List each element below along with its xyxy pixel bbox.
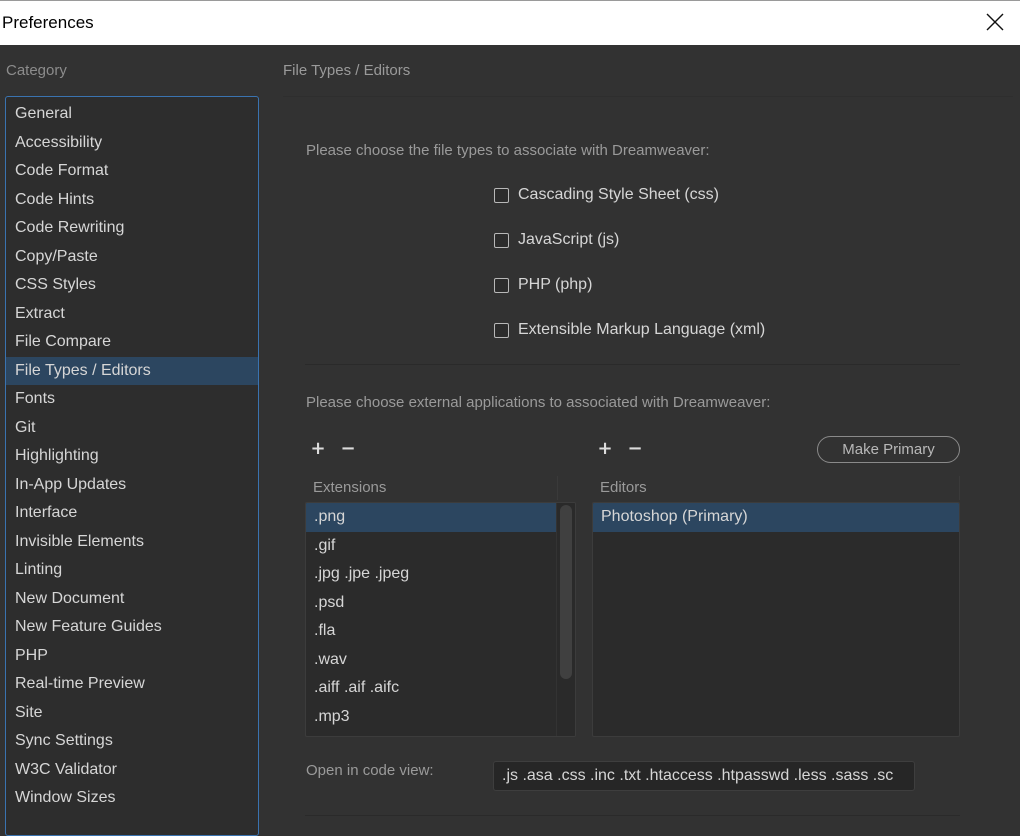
sidebar-item-copy-paste[interactable]: Copy/Paste xyxy=(6,243,258,272)
remove-editor-button[interactable]: − xyxy=(627,438,643,459)
section-title: File Types / Editors xyxy=(283,62,411,79)
checkbox-box[interactable] xyxy=(494,322,509,338)
checkbox-label: Cascading Style Sheet (css) xyxy=(518,186,719,203)
sidebar-item-accessibility[interactable]: Accessibility xyxy=(6,129,258,158)
close-icon[interactable] xyxy=(984,11,1006,33)
sidebar-item-css-styles[interactable]: CSS Styles xyxy=(6,271,258,300)
checkbox-css[interactable]: Cascading Style Sheet (css) xyxy=(494,185,719,205)
sidebar-item-file-types-editors[interactable]: File Types / Editors xyxy=(6,356,258,385)
sidebar-item-highlighting[interactable]: Highlighting xyxy=(6,442,258,471)
sidebar-item-site[interactable]: Site xyxy=(6,699,258,728)
sidebar-item-fonts[interactable]: Fonts xyxy=(6,385,258,414)
category-label: Category xyxy=(6,62,67,79)
sidebar-item-in-app-updates[interactable]: In-App Updates xyxy=(6,471,258,500)
sidebar-item-window-sizes[interactable]: Window Sizes xyxy=(6,784,258,813)
checkbox-label: PHP (php) xyxy=(518,276,593,293)
extension-item[interactable]: .mp3 xyxy=(306,703,558,732)
extension-item[interactable]: .wav xyxy=(306,646,558,675)
checkbox-xml[interactable]: Extensible Markup Language (xml) xyxy=(494,320,765,340)
sidebar-item-real-time-preview[interactable]: Real-time Preview xyxy=(6,670,258,699)
editor-item[interactable]: Photoshop (Primary) xyxy=(593,503,959,532)
checkbox-box[interactable] xyxy=(494,232,509,248)
header-divider xyxy=(283,96,1013,97)
file-types-prompt: Please choose the file types to associat… xyxy=(306,142,710,159)
extension-item[interactable]: .aiff .aif .aifc xyxy=(306,674,558,703)
column-divider xyxy=(557,476,558,500)
add-editor-button[interactable]: + xyxy=(597,438,613,459)
sidebar-item-code-hints[interactable]: Code Hints xyxy=(6,186,258,215)
code-view-label: Open in code view: xyxy=(306,762,434,779)
extensions-list[interactable]: .png .gif .jpg .jpe .jpeg .psd .fla .wav .aiff… xyxy=(305,502,576,737)
sidebar-item-extract[interactable]: Extract xyxy=(6,300,258,329)
sidebar-item-invisible-elements[interactable]: Invisible Elements xyxy=(6,528,258,557)
sidebar-item-php[interactable]: PHP xyxy=(6,642,258,671)
sidebar-item-linting[interactable]: Linting xyxy=(6,556,258,585)
add-extension-button[interactable]: + xyxy=(310,438,326,459)
remove-extension-button[interactable]: − xyxy=(340,438,356,459)
sidebar-item-code-rewriting[interactable]: Code Rewriting xyxy=(6,214,258,243)
apps-prompt: Please choose external applications to a… xyxy=(306,394,771,411)
extension-item[interactable]: .gif xyxy=(306,532,558,561)
checkbox-box[interactable] xyxy=(494,187,509,203)
scrollbar-thumb[interactable] xyxy=(560,505,572,679)
window-title: Preferences xyxy=(2,13,94,32)
checkbox-php[interactable]: PHP (php) xyxy=(494,275,592,295)
section-divider xyxy=(305,364,960,365)
sidebar-item-new-document[interactable]: New Document xyxy=(6,585,258,614)
bottom-divider xyxy=(305,815,960,816)
sidebar-item-interface[interactable]: Interface xyxy=(6,499,258,528)
extensions-header: Extensions xyxy=(313,479,387,496)
make-primary-button[interactable]: Make Primary xyxy=(817,436,960,463)
extension-item[interactable]: .fla xyxy=(306,617,558,646)
sidebar-item-git[interactable]: Git xyxy=(6,414,258,443)
checkbox-label: JavaScript (js) xyxy=(518,231,620,248)
sidebar-item-w3c-validator[interactable]: W3C Validator xyxy=(6,756,258,785)
sidebar-item-new-feature-guides[interactable]: New Feature Guides xyxy=(6,613,258,642)
title-bar: Preferences xyxy=(0,0,1020,45)
sidebar-item-code-format[interactable]: Code Format xyxy=(6,157,258,186)
editors-header: Editors xyxy=(600,479,647,496)
extension-item[interactable]: .jpg .jpe .jpeg xyxy=(306,560,558,589)
extension-item[interactable]: .png xyxy=(306,503,558,532)
checkbox-box[interactable] xyxy=(494,277,509,293)
extension-item[interactable]: .psd xyxy=(306,589,558,618)
checkbox-label: Extensible Markup Language (xml) xyxy=(518,321,766,338)
sidebar-item-sync-settings[interactable]: Sync Settings xyxy=(6,727,258,756)
sidebar-item-general[interactable]: General xyxy=(6,100,258,129)
extensions-scrollbar[interactable] xyxy=(556,503,575,736)
column-divider xyxy=(959,476,960,500)
sidebar-item-file-compare[interactable]: File Compare xyxy=(6,328,258,357)
code-view-input[interactable]: .js .asa .css .inc .txt .htaccess .htpas… xyxy=(493,761,915,791)
category-list[interactable]: General Accessibility Code Format Code Hint… xyxy=(5,96,259,836)
checkbox-js[interactable]: JavaScript (js) xyxy=(494,230,619,250)
editors-list[interactable]: Photoshop (Primary) xyxy=(592,502,960,737)
